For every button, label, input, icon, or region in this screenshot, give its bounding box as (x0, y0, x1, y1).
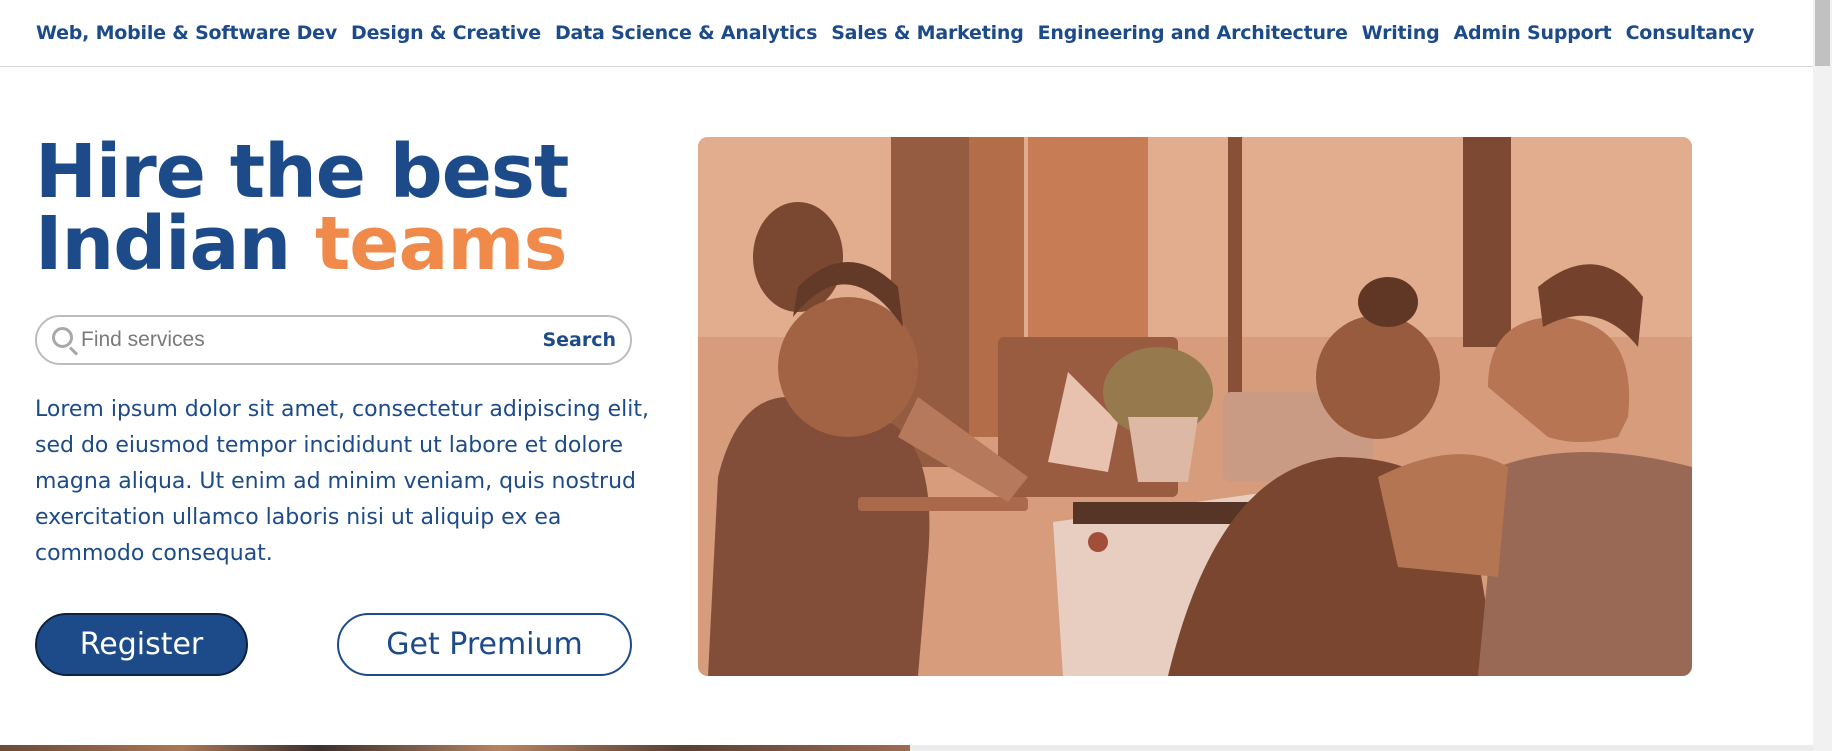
hero-title-line2: Indian (35, 201, 315, 287)
hero-title: Hire the best Indian teams (35, 135, 655, 281)
nav-item-data-science-analytics[interactable]: Data Science & Analytics (555, 22, 817, 44)
search-icon (49, 325, 79, 356)
nav-item-engineering-architecture[interactable]: Engineering and Architecture (1038, 22, 1348, 44)
search-bar: Search (35, 315, 632, 365)
nav-item-consultancy[interactable]: Consultancy (1626, 22, 1755, 44)
team-photo-illustration (698, 137, 1692, 676)
nav-item-sales-marketing[interactable]: Sales & Marketing (831, 22, 1024, 44)
next-section-image-edge (0, 745, 910, 751)
search-input[interactable] (81, 328, 543, 352)
nav-item-web-mobile-software-dev[interactable]: Web, Mobile & Software Dev (36, 22, 337, 44)
scrollbar-track[interactable] (1813, 0, 1832, 751)
search-button[interactable]: Search (542, 329, 616, 351)
register-button[interactable]: Register (35, 613, 248, 676)
nav-item-admin-support[interactable]: Admin Support (1453, 22, 1611, 44)
nav-item-design-creative[interactable]: Design & Creative (351, 22, 541, 44)
hero-description: Lorem ipsum dolor sit amet, consectetur … (35, 397, 649, 566)
hero-image (698, 137, 1692, 676)
top-navigation: Web, Mobile & Software Dev Design & Crea… (0, 0, 1813, 67)
nav-item-writing[interactable]: Writing (1362, 22, 1440, 44)
hero-title-accent: teams (314, 201, 568, 287)
scrollbar-thumb[interactable] (1815, 0, 1830, 66)
next-section-edge (910, 745, 1813, 751)
get-premium-button[interactable]: Get Premium (337, 613, 632, 676)
